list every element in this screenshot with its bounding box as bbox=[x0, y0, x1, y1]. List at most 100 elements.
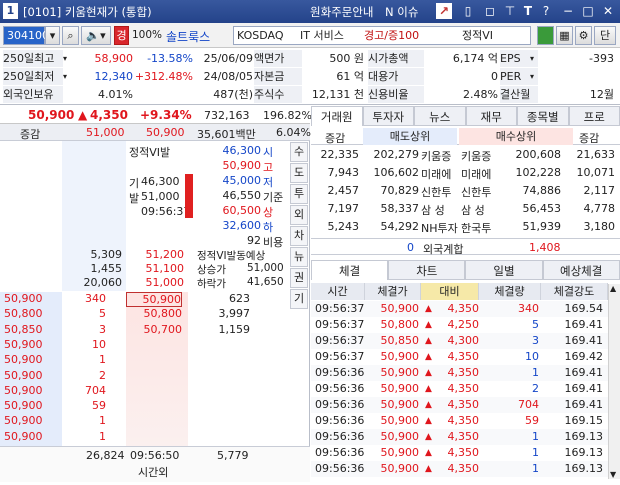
ob-header-amount: 35,601백만 bbox=[197, 128, 256, 141]
trade-time: 09:56:36 bbox=[315, 398, 365, 411]
vi-title: 정적VI발 bbox=[129, 146, 171, 159]
side-tab[interactable]: 차 bbox=[290, 226, 308, 246]
bid-price[interactable]: 50,700 bbox=[126, 323, 183, 336]
broker-buy-name[interactable]: 키움증 bbox=[461, 148, 491, 164]
broker-buy-name[interactable]: 삼 성 bbox=[461, 202, 485, 218]
side-tab[interactable]: 외 bbox=[290, 205, 308, 225]
stock-code-input[interactable]: 304100 bbox=[3, 26, 49, 45]
maximize-icon[interactable]: □ bbox=[580, 3, 596, 19]
scroll-up-icon[interactable]: ▲ bbox=[610, 284, 616, 293]
ob-header-v1: 51,000 bbox=[86, 126, 125, 139]
trade-col-header[interactable]: 대비 bbox=[421, 283, 479, 300]
ask-qty: 5,309 bbox=[90, 248, 123, 261]
tl-price: 50,900 bbox=[4, 414, 43, 428]
broker-sell-qty: 58,337 bbox=[380, 202, 420, 215]
dropdown-icon[interactable]: ▾ bbox=[63, 68, 67, 85]
vi-down-value: 41,650 bbox=[247, 276, 284, 288]
broker-buy-name[interactable]: 미래에 bbox=[461, 166, 491, 182]
broker-sell-name[interactable]: 키움증 bbox=[421, 148, 451, 164]
side-tab[interactable]: 뉴 bbox=[290, 247, 308, 267]
trade-qty: 1 bbox=[532, 430, 539, 443]
window-number[interactable]: 1 bbox=[3, 3, 18, 19]
right-tab[interactable]: 재무 bbox=[465, 106, 517, 126]
trade-price: 50,900 bbox=[380, 414, 420, 427]
ask-price[interactable]: 51,200 bbox=[126, 248, 185, 261]
side-tab[interactable]: 도 bbox=[290, 163, 308, 183]
tl-qty: 2 bbox=[99, 368, 106, 382]
sound-icon[interactable]: 🔈▾ bbox=[81, 26, 111, 45]
dock-icon[interactable]: ◻ bbox=[482, 3, 498, 19]
vi-side-value: 60,500 bbox=[222, 204, 262, 217]
scroll-down-icon[interactable]: ▼ bbox=[610, 470, 616, 479]
scrollbar[interactable]: ▲ ▼ bbox=[608, 284, 620, 479]
ask-price[interactable]: 51,000 bbox=[126, 276, 185, 289]
trade-row: 09:56:36 50,900 ▲ 4,350 704 169.41 bbox=[311, 397, 608, 413]
trade-col-header[interactable]: 시간 bbox=[311, 283, 365, 300]
gear-icon[interactable]: ⚙ bbox=[575, 26, 592, 45]
issue-link[interactable]: N 이슈 bbox=[385, 4, 418, 20]
vi-up-value: 51,000 bbox=[247, 262, 284, 274]
up-arrow-icon: ▲ bbox=[425, 416, 432, 426]
vi-row-value: 51,000 bbox=[141, 190, 180, 203]
broker-sell-name[interactable]: 신한투 bbox=[421, 184, 451, 200]
dropdown-icon[interactable]: ▾ bbox=[530, 68, 534, 85]
tl-price: 50,900 bbox=[4, 383, 43, 397]
minimize-icon[interactable]: − bbox=[560, 3, 576, 19]
right-tab[interactable]: 뉴스 bbox=[414, 106, 466, 126]
trade-tab[interactable]: 예상체결 bbox=[542, 260, 620, 280]
right-tab[interactable]: 종목별 bbox=[517, 106, 569, 126]
help-icon[interactable]: ? bbox=[538, 3, 554, 19]
trade-row: 09:56:37 50,850 ▲ 4,300 3 169.41 bbox=[311, 333, 608, 349]
code-dropdown-icon[interactable]: ▾ bbox=[45, 26, 60, 45]
broker-buy-qty: 56,453 bbox=[522, 202, 562, 215]
title-bar: 1 [0101] 키움현재가 (통합) 원화주문안내 N 이슈 ↗ ▯ ◻ ⊤ … bbox=[0, 0, 620, 23]
broker-sell-name[interactable]: 미래에 bbox=[421, 166, 451, 182]
trade-change: 4,350 bbox=[447, 446, 480, 459]
broker-buy-name[interactable]: 신한투 bbox=[461, 184, 491, 200]
trade-tab[interactable]: 체결 bbox=[311, 260, 389, 280]
green-icon[interactable] bbox=[537, 26, 554, 45]
info-value-2: 500 원 bbox=[329, 52, 364, 65]
search-icon[interactable]: ⌕ bbox=[62, 26, 79, 45]
side-tab[interactable]: 권 bbox=[290, 268, 308, 288]
trade-tab[interactable]: 일별 bbox=[465, 260, 543, 280]
bid-price[interactable]: 50,900 bbox=[126, 292, 182, 307]
broker-sell-name[interactable]: NH투자 bbox=[421, 220, 458, 236]
window-icon[interactable]: ▯ bbox=[460, 3, 476, 19]
ask-price[interactable]: 51,100 bbox=[126, 262, 185, 275]
dropdown-icon[interactable]: ▾ bbox=[63, 50, 67, 67]
share-icon[interactable]: ↗ bbox=[436, 3, 452, 19]
close-icon[interactable]: ✕ bbox=[600, 3, 616, 19]
after-hours-button[interactable]: 시간외 bbox=[138, 464, 168, 480]
trade-price: 50,900 bbox=[380, 446, 420, 459]
trade-strength: 169.15 bbox=[564, 414, 604, 427]
trade-tab[interactable]: 차트 bbox=[388, 260, 466, 280]
right-tab[interactable]: 프로 bbox=[568, 106, 620, 126]
layout-icon[interactable]: ▦ bbox=[556, 26, 573, 45]
pin-icon[interactable]: ⊤ bbox=[502, 3, 518, 19]
bid-price[interactable]: 50,800 bbox=[126, 307, 183, 320]
trade-col-header[interactable]: 체결강도 bbox=[541, 283, 608, 300]
dropdown-icon[interactable]: ▾ bbox=[530, 50, 534, 67]
trade-col-header[interactable]: 체결량 bbox=[479, 283, 541, 300]
trade-qty: 5 bbox=[532, 318, 539, 331]
info-label-3: 시가총액 bbox=[368, 50, 424, 67]
broker-buy-name[interactable]: 한국투 bbox=[461, 220, 491, 236]
side-tab[interactable]: 기 bbox=[290, 289, 308, 309]
right-tab[interactable]: 거래원 bbox=[311, 106, 363, 126]
krw-order-notice-link[interactable]: 원화주문안내 bbox=[310, 4, 373, 20]
foreign-buy: 1,408 bbox=[529, 241, 561, 254]
broker-sell-name[interactable]: 삼 성 bbox=[421, 202, 445, 218]
trade-col-header[interactable]: 체결가 bbox=[365, 283, 421, 300]
broker-hdr-change: 증감 bbox=[325, 132, 346, 145]
trade-price: 50,800 bbox=[380, 318, 420, 331]
trade-strength: 169.41 bbox=[564, 334, 604, 347]
right-tab[interactable]: 투자자 bbox=[362, 106, 414, 126]
text-icon[interactable]: T bbox=[520, 3, 536, 19]
single-button[interactable]: 단 bbox=[594, 26, 616, 45]
trade-qty: 1 bbox=[532, 366, 539, 379]
side-tab[interactable]: 수 bbox=[290, 142, 308, 162]
broker-buy-qty: 102,228 bbox=[515, 166, 562, 179]
side-tab[interactable]: 투 bbox=[290, 184, 308, 204]
tl-qty: 5 bbox=[99, 307, 106, 321]
